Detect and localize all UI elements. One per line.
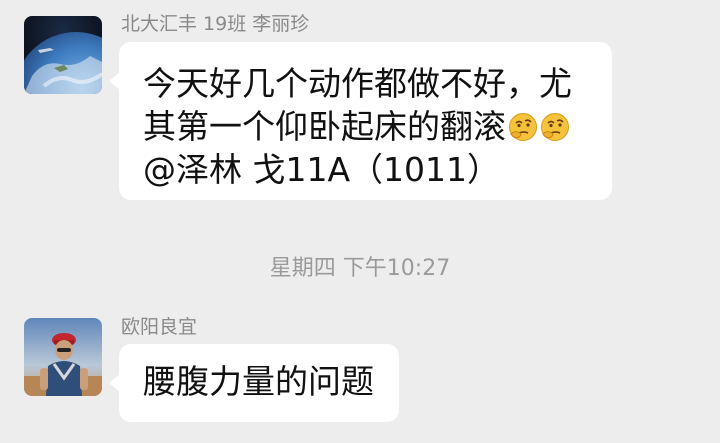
- message-line-text: 其第一个仰卧起床的翻滚: [143, 107, 506, 146]
- message-line: 今天好几个动作都做不好，尤: [143, 64, 572, 103]
- earth-avatar-image: [24, 16, 102, 94]
- message-bubble[interactable]: 腰腹力量的问题: [109, 344, 399, 422]
- timestamp: 星期四 下午10:27: [269, 256, 451, 281]
- thinking-face-icon: [509, 113, 537, 141]
- message-bubble[interactable]: 今天好几个动作都做不好，尤 其第一个仰卧起床的翻滚 @泽林 戈11A（1011）: [109, 42, 612, 200]
- sender-name: 北大汇丰 19班 李丽珍: [121, 13, 310, 35]
- sender-name: 欧阳良宜: [121, 316, 198, 338]
- message-line: @泽林 戈11A（1011）: [143, 150, 501, 189]
- avatar-ouyang-liangyi[interactable]: [24, 318, 102, 396]
- thinking-face-icon: [541, 113, 569, 141]
- message-line: 腰腹力量的问题: [143, 362, 374, 401]
- runner-avatar-image: [24, 318, 102, 396]
- avatar-li-lizhen[interactable]: [24, 16, 102, 94]
- message-line: 其第一个仰卧起床的翻滚: [143, 105, 590, 148]
